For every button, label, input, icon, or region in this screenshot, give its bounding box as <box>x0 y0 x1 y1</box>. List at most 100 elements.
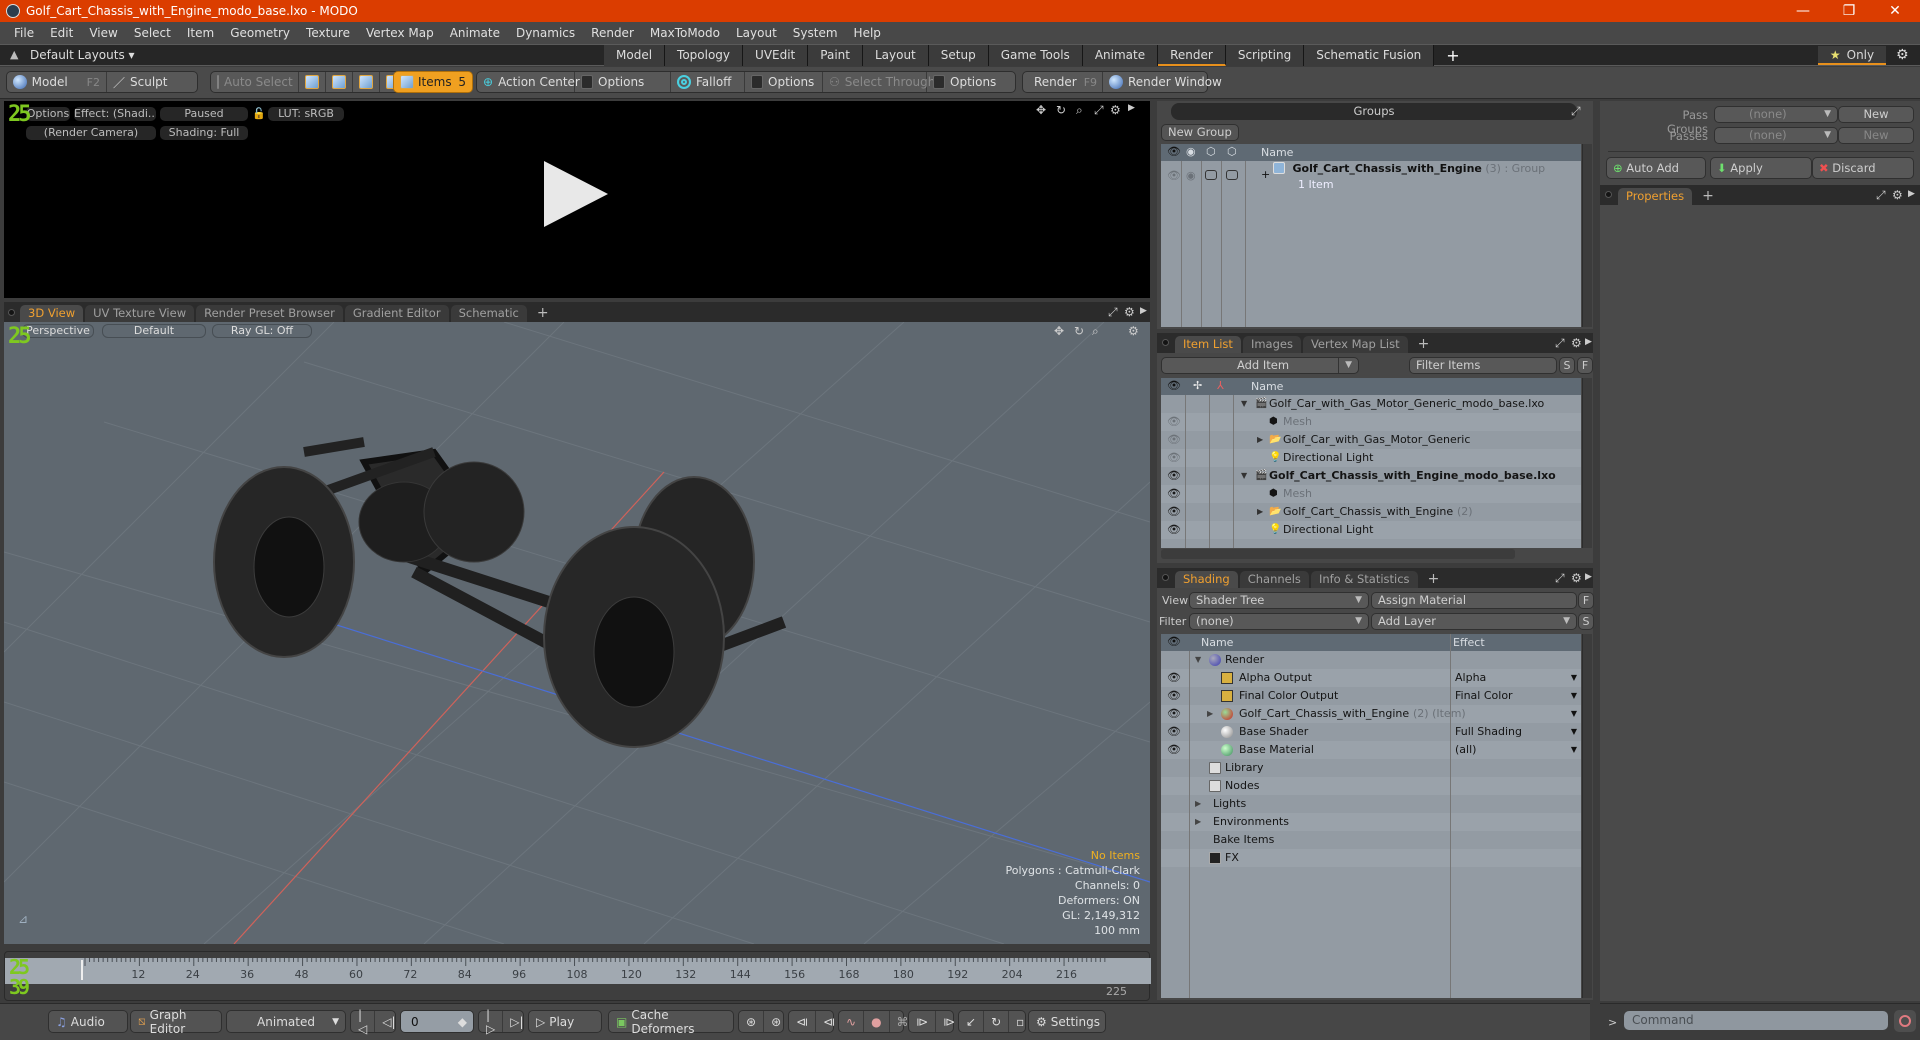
effect-dropdown-icon[interactable]: ▼ <box>1571 741 1577 759</box>
tab-shading[interactable]: Shading <box>1175 571 1238 588</box>
panel-menu-arrow-icon[interactable]: ▶ <box>1140 306 1147 316</box>
menu-animate[interactable]: Animate <box>442 26 508 40</box>
current-frame-field[interactable]: 0 ◆ <box>400 1010 474 1033</box>
go-to-start-button[interactable]: |◁ <box>351 1008 376 1036</box>
menu-select[interactable]: Select <box>126 26 179 40</box>
select-polygons-button[interactable] <box>353 72 380 92</box>
tab-layout[interactable]: Layout <box>862 45 929 66</box>
menu-item[interactable]: Item <box>179 26 222 40</box>
tab-uv-texture-view[interactable]: UV Texture View <box>85 305 195 322</box>
shader-tree-row[interactable]: 👁 Final Color Output Final Color ▼ <box>1161 687 1581 705</box>
lock-icon[interactable]: 🔓 <box>252 107 264 121</box>
new-pass-group-button[interactable]: New <box>1838 106 1914 123</box>
tab-vertex-map-list[interactable]: Vertex Map List <box>1302 336 1408 353</box>
item-list-row[interactable]: 👁 ▶ 📂 Golf_Car_with_Gas_Motor_Generic <box>1161 431 1581 449</box>
expand-arrow-icon[interactable]: ▶ <box>1195 795 1201 813</box>
menu-edit[interactable]: Edit <box>42 26 81 40</box>
menu-dynamics[interactable]: Dynamics <box>508 26 583 40</box>
tab-render-preset-browser[interactable]: Render Preset Browser <box>196 305 343 322</box>
visibility-toggle-icon[interactable]: 👁 <box>1167 449 1181 467</box>
action-center-button[interactable]: ⊕ Action Center <box>477 72 580 92</box>
item-list-row[interactable]: 👁 💡 Directional Light <box>1161 449 1581 467</box>
render-camera-dropdown[interactable]: (Render Camera) <box>26 126 156 140</box>
audio-button[interactable]: ♫ Audio <box>48 1010 128 1033</box>
filter-s-button[interactable]: S <box>1559 357 1575 374</box>
menu-system[interactable]: System <box>785 26 846 40</box>
shader-tree-row[interactable]: FX <box>1161 849 1581 867</box>
visibility-toggle-icon[interactable]: 👁 <box>1167 169 1181 182</box>
menu-layout[interactable]: Layout <box>728 26 785 40</box>
tab-topology[interactable]: Topology <box>665 45 744 66</box>
shading-s-button[interactable]: S <box>1578 613 1594 630</box>
menu-view[interactable]: View <box>81 26 125 40</box>
item-list-row[interactable]: ▼ 🎬 Golf_Car_with_Gas_Motor_Generic_modo_b… <box>1161 395 1581 413</box>
gear-icon[interactable]: ⚙ <box>1892 188 1903 202</box>
key-tool-2-button[interactable]: ↻ <box>984 1011 1010 1032</box>
shader-tree-row[interactable]: ▶ Environments <box>1161 813 1581 831</box>
play-button[interactable]: ▷ Play <box>528 1010 602 1033</box>
render-button[interactable]: Render F9 <box>1023 72 1103 92</box>
collapse-arrow-icon[interactable]: ▼ <box>1195 651 1201 669</box>
visibility-toggle-icon[interactable]: 👁 <box>1167 503 1181 521</box>
tab-properties[interactable]: Properties <box>1618 188 1693 205</box>
shader-filter-dropdown[interactable]: (none) ▼ <box>1189 613 1369 630</box>
collapse-arrow-icon[interactable]: ▼ <box>1241 395 1247 413</box>
render-status-button[interactable]: Paused <box>160 107 248 121</box>
golf-cart-chassis-model[interactable] <box>213 437 787 748</box>
shading-dropdown[interactable]: Shading: Full <box>160 126 248 140</box>
expand-arrow-icon[interactable]: ▶ <box>1257 503 1263 521</box>
item-list-row[interactable]: 👁 ▶ 📂 Golf_Cart_Chassis_with_Engine (2) <box>1161 503 1581 521</box>
graph-editor-button[interactable]: ⧅ Graph Editor <box>130 1008 222 1036</box>
tab-uvedit[interactable]: UVEdit <box>743 45 809 66</box>
render-window-button[interactable]: Render Window <box>1103 72 1228 92</box>
groups-scrollbar[interactable] <box>1582 144 1592 327</box>
tab-images[interactable]: Images <box>1242 336 1301 353</box>
tab-item-list[interactable]: Item List <box>1175 336 1241 353</box>
item-list-hscrollbar[interactable] <box>1161 549 1515 559</box>
expand-plus-icon[interactable]: + <box>1261 168 1270 181</box>
maximize-icon[interactable]: ⤢ <box>1555 336 1565 351</box>
current-frame-marker[interactable] <box>81 960 83 980</box>
effect-dropdown-icon[interactable]: ▼ <box>1571 723 1577 741</box>
gear-icon[interactable]: ⚙ <box>1571 571 1582 585</box>
tab-info-statistics[interactable]: Info & Statistics <box>1310 571 1418 588</box>
shader-tree-row[interactable]: 👁 Base Material (all) ▼ <box>1161 741 1581 759</box>
visibility-toggle-icon[interactable]: 👁 <box>1167 431 1181 449</box>
select-through-button[interactable]: ⚇ Select Through <box>823 72 935 92</box>
step-forward-button[interactable]: |▷ <box>479 1008 504 1036</box>
zoom-icon[interactable]: ⌕ <box>1092 324 1099 339</box>
passes-dropdown[interactable]: (none) ▼ <box>1714 127 1838 144</box>
tab-paint[interactable]: Paint <box>808 45 863 66</box>
visibility-toggle-icon[interactable]: 👁 <box>1167 705 1181 723</box>
prev-key-button[interactable]: ⧏ <box>789 1011 816 1032</box>
add-item-dropdown[interactable]: Add Item ▼ <box>1161 357 1359 374</box>
filter-f-button[interactable]: F <box>1577 357 1593 374</box>
menu-vertex-map[interactable]: Vertex Map <box>358 26 442 40</box>
command-history-button[interactable] <box>1894 1010 1916 1032</box>
tab-game-tools[interactable]: Game Tools <box>988 45 1083 66</box>
add-view-tab-button[interactable]: + <box>529 305 557 322</box>
tab-schematic[interactable]: Schematic <box>450 305 527 322</box>
tab-model[interactable]: Model <box>604 45 666 66</box>
maximize-button[interactable]: ❐ <box>1826 0 1872 22</box>
go-to-end-button[interactable]: ▷| <box>503 1011 530 1032</box>
item-list-row[interactable]: 👁 ▼ 🎬 Golf_Cart_Chassis_with_Engine_modo_ba… <box>1161 467 1581 485</box>
auto-select-button[interactable]: Auto Select <box>211 72 299 92</box>
download-key-button[interactable]: ⊛ <box>764 1011 788 1032</box>
rotate-icon[interactable]: ↻ <box>1074 324 1084 338</box>
animated-dropdown[interactable]: Animated ▼ <box>226 1010 346 1033</box>
only-button[interactable]: ★ Only <box>1818 46 1886 65</box>
tab-gradient-editor[interactable]: Gradient Editor <box>344 305 449 322</box>
select-toggle[interactable] <box>1226 170 1238 180</box>
sculpt-mode-button[interactable]: ／ Sculpt <box>107 72 174 92</box>
expand-arrow-icon[interactable]: ▶ <box>1257 431 1263 449</box>
maximize-icon[interactable]: ⤢ <box>1571 104 1581 119</box>
menu-render[interactable]: Render <box>583 26 642 40</box>
tab-scripting[interactable]: Scripting <box>1225 45 1305 66</box>
pass-groups-dropdown[interactable]: (none) ▼ <box>1714 106 1838 123</box>
visibility-toggle-icon[interactable]: 👁 <box>1167 669 1181 687</box>
shader-tree-row[interactable]: 👁 Base Shader Full Shading ▼ <box>1161 723 1581 741</box>
next-key-button[interactable]: ⧐ <box>909 1011 936 1032</box>
cache-deformers-button[interactable]: ▣ Cache Deformers <box>608 1008 734 1036</box>
select-edges-button[interactable] <box>326 72 353 92</box>
